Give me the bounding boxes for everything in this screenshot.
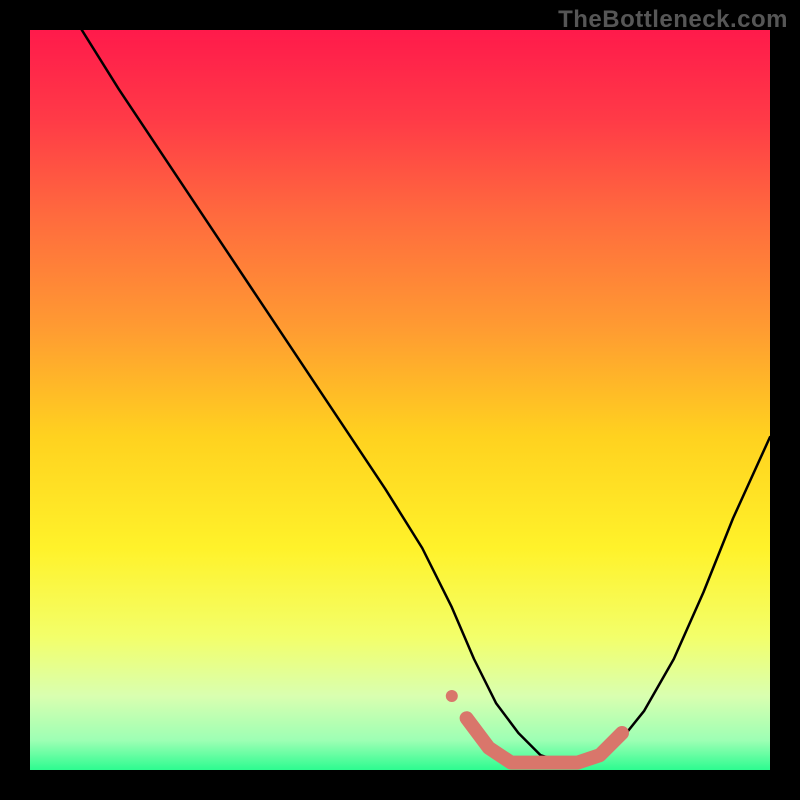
chart-frame: TheBottleneck.com bbox=[0, 0, 800, 800]
gradient-background bbox=[30, 30, 770, 770]
watermark-text: TheBottleneck.com bbox=[558, 6, 788, 34]
optimal-band-start-dot bbox=[446, 690, 458, 702]
plot-area bbox=[30, 30, 770, 770]
chart-svg bbox=[30, 30, 770, 770]
